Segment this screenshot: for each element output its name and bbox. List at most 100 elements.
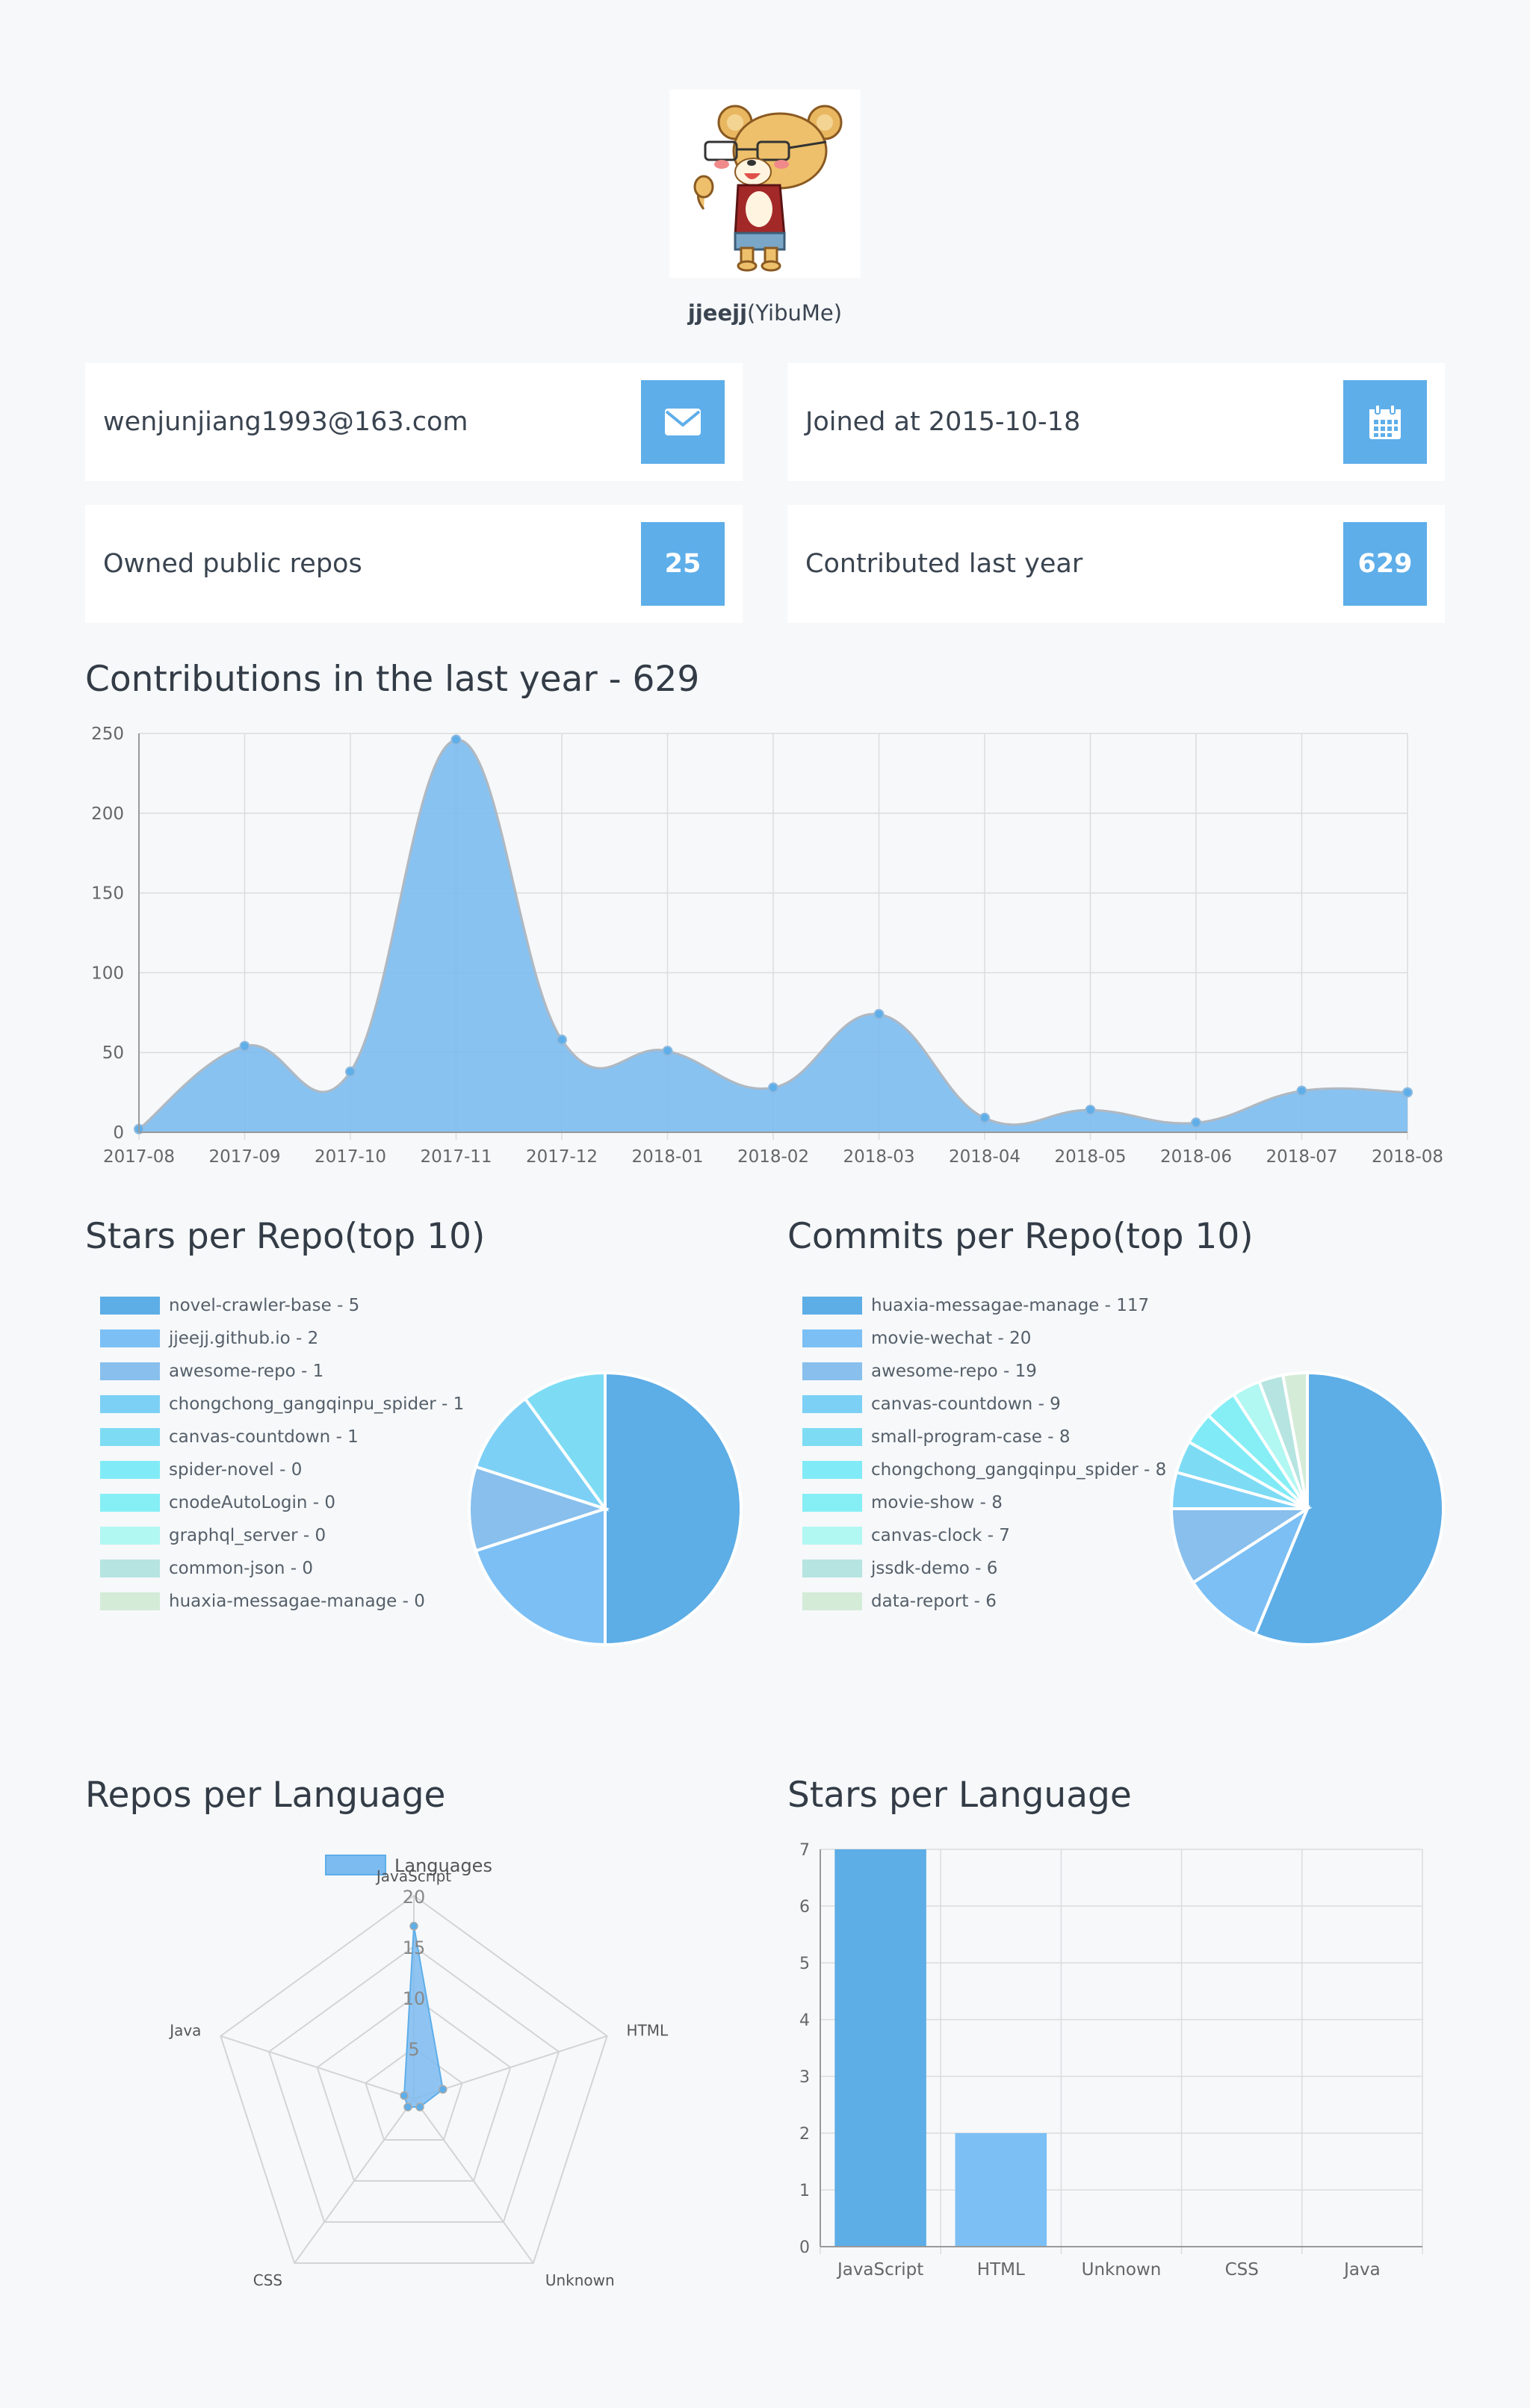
commits-per-repo-pie (1169, 1371, 1445, 1646)
legend-label: chongchong_gangqinpu_spider - 8 (871, 1460, 1167, 1480)
x-tick-label: 2018-08 (1372, 1147, 1443, 1167)
data-point (557, 1034, 567, 1046)
data-point (345, 1066, 356, 1077)
radar-data-point (415, 2103, 424, 2111)
legend-swatch (802, 1329, 862, 1347)
legend-item[interactable]: spider-novel - 0 (100, 1453, 464, 1486)
radar-data-point (409, 1922, 418, 1931)
pie-slice (604, 1371, 743, 1647)
y-tick-label: 0 (799, 2238, 810, 2257)
stars-per-language-title: Stars per Language (787, 1775, 1132, 1816)
legend-item[interactable]: novel-crawler-base - 5 (100, 1289, 464, 1322)
email-card: wenjunjiang1993@163.com (85, 363, 743, 481)
y-tick-label: 200 (91, 804, 124, 824)
legend-label: awesome-repo - 1 (169, 1362, 324, 1381)
y-tick-label: 3 (799, 2068, 810, 2087)
radar-data-point (400, 2091, 409, 2100)
legend-item[interactable]: canvas-countdown - 9 (802, 1388, 1166, 1421)
legend-swatch (802, 1494, 862, 1512)
radar-tick-label: 10 (403, 1988, 426, 2009)
joined-card: Joined at 2015-10-18 (787, 363, 1445, 481)
x-tick-label: 2017-10 (315, 1147, 386, 1167)
legend-item[interactable]: jjeejj.github.io - 2 (100, 1322, 464, 1355)
contributed-label: Contributed last year (805, 549, 1083, 579)
legend-item[interactable]: data-report - 6 (802, 1585, 1166, 1618)
y-tick-label: 2 (799, 2125, 810, 2144)
legend-label: data-report - 6 (871, 1592, 997, 1611)
legend-label: spider-novel - 0 (169, 1460, 303, 1480)
bar (955, 2133, 1047, 2247)
bear-avatar-icon (693, 105, 843, 272)
radar-axis-label: Java (168, 2022, 201, 2040)
legend-item[interactable]: movie-show - 8 (802, 1486, 1166, 1519)
data-point (979, 1112, 990, 1123)
x-tick-label: Unknown (1082, 2260, 1162, 2280)
y-tick-label: 100 (91, 963, 124, 983)
data-point (768, 1082, 778, 1093)
data-point (1191, 1117, 1201, 1129)
legend-item[interactable]: common-json - 0 (100, 1552, 464, 1585)
x-tick-label: 2017-08 (103, 1147, 175, 1167)
radar-axis-label: Unknown (545, 2271, 615, 2289)
y-tick-label: 50 (102, 1043, 124, 1063)
legend-swatch (100, 1297, 160, 1315)
legend-item[interactable]: canvas-clock - 7 (802, 1519, 1166, 1552)
data-point (1402, 1087, 1413, 1098)
legend-item[interactable]: awesome-repo - 19 (802, 1355, 1166, 1388)
x-tick-label: 2018-02 (737, 1147, 809, 1167)
legend-item[interactable]: huaxia-messagae-manage - 117 (802, 1289, 1166, 1322)
legend-item[interactable]: chongchong_gangqinpu_spider - 8 (802, 1453, 1166, 1486)
legend-label: jjeejj.github.io - 2 (169, 1329, 319, 1348)
legend-label: jssdk-demo - 6 (871, 1559, 998, 1578)
y-tick-label: 250 (91, 724, 124, 744)
stars-per-repo-pie (468, 1371, 743, 1647)
legend-swatch (802, 1395, 862, 1413)
legend-label: awesome-repo - 19 (871, 1362, 1037, 1381)
legend-swatch (802, 1527, 862, 1545)
legend-item[interactable]: cnodeAutoLogin - 0 (100, 1486, 464, 1519)
legend-label: novel-crawler-base - 5 (169, 1296, 360, 1315)
legend-item[interactable]: jssdk-demo - 6 (802, 1552, 1166, 1585)
contributed-count: 629 (1343, 522, 1427, 606)
legend-item[interactable]: chongchong_gangqinpu_spider - 1 (100, 1388, 464, 1421)
legend-item[interactable]: canvas-countdown - 1 (100, 1421, 464, 1453)
legend-item[interactable]: awesome-repo - 1 (100, 1355, 464, 1388)
legend-label: huaxia-messagae-manage - 0 (169, 1592, 425, 1611)
contributions-title: Contributions in the last year - 629 (85, 659, 700, 700)
legend-swatch (100, 1592, 160, 1610)
y-tick-label: 0 (113, 1123, 124, 1143)
legend-label: movie-wechat - 20 (871, 1329, 1032, 1348)
radar-data-point (439, 2085, 447, 2094)
legend-swatch (802, 1428, 862, 1446)
legend-item[interactable]: graphql_server - 0 (100, 1519, 464, 1552)
x-tick-label: JavaScript (836, 2260, 923, 2280)
radar-tick-label: 15 (403, 1937, 426, 1958)
legend-swatch (100, 1329, 160, 1347)
legend-label: chongchong_gangqinpu_spider - 1 (169, 1394, 465, 1414)
legend-swatch (802, 1592, 862, 1610)
x-tick-label: 2018-01 (631, 1147, 703, 1167)
user-login[interactable]: jjeejj (688, 300, 747, 326)
x-tick-label: 2018-07 (1266, 1147, 1337, 1167)
legend-item[interactable]: small-program-case - 8 (802, 1421, 1166, 1453)
data-point (239, 1040, 250, 1052)
legend-item[interactable]: huaxia-messagae-manage - 0 (100, 1585, 464, 1618)
commits-per-repo-legend: huaxia-messagae-manage - 117 movie-wechat… (802, 1289, 1166, 1618)
radar-spoke (220, 2035, 415, 2100)
x-tick-label: 2018-03 (843, 1147, 914, 1167)
radar-data-point (403, 2103, 412, 2111)
x-tick-label: 2018-05 (1054, 1147, 1126, 1167)
legend-item[interactable]: movie-wechat - 20 (802, 1322, 1166, 1355)
stars-per-repo-legend: novel-crawler-base - 5 jjeejj.github.io -… (100, 1289, 464, 1618)
radar-axis-label: HTML (627, 2022, 669, 2040)
email-text[interactable]: wenjunjiang1993@163.com (103, 407, 641, 437)
radar-tick-label: 20 (403, 1887, 426, 1908)
stars-per-language-bar-chart: 0 1 2 3 4 5 6 7 JavaScript HTML Unknown CSS Java (799, 1841, 1423, 2280)
x-tick-label: 2018-04 (949, 1147, 1020, 1167)
user-display-name: (YibuMe) (747, 300, 843, 326)
joined-text: Joined at 2015-10-18 (805, 407, 1081, 437)
avatar (669, 90, 861, 278)
x-tick-label: 2017-12 (526, 1147, 598, 1167)
x-tick-label: HTML (977, 2260, 1025, 2280)
username: jjeejj(YibuMe) (0, 300, 1530, 326)
